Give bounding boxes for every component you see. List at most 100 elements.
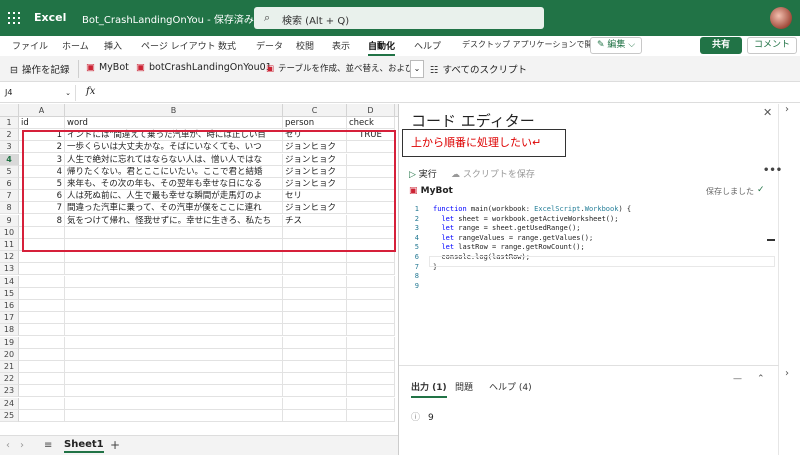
- empty-cell[interactable]: [283, 263, 347, 276]
- cell-word[interactable]: 気をつけて帰れ、怪我せずに。幸せに生きろ、私たち: [65, 214, 283, 227]
- row-header[interactable]: 6: [0, 178, 19, 190]
- code-line[interactable]: 4 let rangeValues = range.getValues();: [399, 233, 777, 243]
- empty-cell[interactable]: [283, 226, 347, 239]
- empty-cell[interactable]: [65, 275, 283, 288]
- script-button-mybot[interactable]: ▣ MyBot: [86, 62, 129, 73]
- empty-cell[interactable]: [65, 397, 283, 410]
- script-button-create-table[interactable]: ▣ テーブルを作成、並べ替え、および...: [266, 62, 422, 74]
- empty-cell[interactable]: [65, 239, 283, 251]
- row-header[interactable]: 1: [0, 117, 19, 129]
- empty-cell[interactable]: [19, 239, 65, 251]
- name-box[interactable]: J4 ⌄: [2, 85, 76, 101]
- empty-cell[interactable]: [65, 336, 283, 349]
- empty-cell[interactable]: [65, 324, 283, 337]
- empty-cell[interactable]: [347, 409, 395, 422]
- cell-id[interactable]: 2: [19, 141, 65, 154]
- app-launcher-icon[interactable]: [8, 12, 20, 24]
- empty-cell[interactable]: [283, 312, 347, 325]
- cell-person[interactable]: ジョンヒョク: [283, 202, 347, 215]
- empty-cell[interactable]: [65, 385, 283, 398]
- all-scripts-button[interactable]: ☷ すべてのスクリプト: [430, 62, 527, 76]
- row-header[interactable]: 15: [0, 287, 19, 300]
- cell-person[interactable]: チス: [283, 214, 347, 227]
- row-header[interactable]: 8: [0, 202, 19, 215]
- row-header[interactable]: 23: [0, 385, 19, 398]
- cell-word[interactable]: 人生で絶対に忘れてはならない人は、憎い人ではな: [65, 153, 283, 166]
- column-header-b[interactable]: B: [65, 104, 283, 117]
- empty-cell[interactable]: [347, 226, 395, 239]
- tab-output[interactable]: 出力 (1): [411, 380, 447, 398]
- empty-cell[interactable]: [283, 239, 347, 251]
- empty-cell[interactable]: [347, 251, 395, 264]
- empty-cell[interactable]: [65, 373, 283, 386]
- minimize-icon[interactable]: —: [733, 374, 742, 384]
- empty-cell[interactable]: [283, 336, 347, 349]
- empty-cell[interactable]: [19, 312, 65, 325]
- sheet-tab-sheet1[interactable]: Sheet1: [64, 439, 104, 453]
- empty-cell[interactable]: [19, 409, 65, 422]
- tab-problems[interactable]: 問題: [455, 380, 473, 393]
- row-header[interactable]: 14: [0, 275, 19, 288]
- header-cell-person[interactable]: person: [283, 117, 347, 129]
- cell-word[interactable]: 来年も、その次の年も、その翌年も幸せな日になる: [65, 178, 283, 190]
- code-line[interactable]: 3 let range = sheet.getUsedRange();: [399, 223, 777, 233]
- row-header[interactable]: 12: [0, 251, 19, 264]
- cell-id[interactable]: 7: [19, 202, 65, 215]
- empty-cell[interactable]: [347, 324, 395, 337]
- save-script-button[interactable]: ☁ スクリプトを保存: [451, 167, 535, 180]
- cell-check[interactable]: [347, 153, 395, 166]
- row-header[interactable]: 7: [0, 190, 19, 203]
- code-area[interactable]: 1 function main(workbook: ExcelScript.Wor…: [399, 204, 777, 374]
- empty-cell[interactable]: [65, 263, 283, 276]
- open-in-desktop-link[interactable]: デスクトップ アプリケーションで開く: [462, 39, 600, 50]
- empty-cell[interactable]: [347, 263, 395, 276]
- cell-word[interactable]: 間違った汽車に乗って、その汽車が僕をここに連れ: [65, 202, 283, 215]
- cell-person[interactable]: ジョンヒョク: [283, 178, 347, 190]
- tab-automate[interactable]: 自動化: [368, 39, 396, 56]
- edit-mode-button[interactable]: ✎ 編集 ⌵: [590, 37, 643, 54]
- cell-check[interactable]: [347, 190, 395, 203]
- app-name[interactable]: Excel: [34, 11, 66, 24]
- empty-cell[interactable]: [347, 336, 395, 349]
- code-line[interactable]: 2 let sheet = workbook.getActiveWorkshee…: [399, 214, 777, 224]
- chevron-up-icon[interactable]: ⌃: [757, 374, 765, 384]
- tab-page-layout[interactable]: ページ レイアウト: [141, 39, 216, 52]
- column-header-a[interactable]: A: [19, 104, 65, 117]
- empty-cell[interactable]: [19, 397, 65, 410]
- empty-cell[interactable]: [65, 409, 283, 422]
- row-header[interactable]: 19: [0, 336, 19, 349]
- script-button-botcrashlanding[interactable]: ▣ botCrashLandingOnYou01: [136, 62, 272, 73]
- cell-word[interactable]: インドには"間違えて乗った汽車が、時には正しい目: [65, 129, 283, 142]
- empty-cell[interactable]: [19, 324, 65, 337]
- empty-cell[interactable]: [19, 348, 65, 361]
- empty-cell[interactable]: [283, 324, 347, 337]
- empty-cell[interactable]: [19, 385, 65, 398]
- empty-cell[interactable]: [283, 251, 347, 264]
- empty-cell[interactable]: [347, 312, 395, 325]
- empty-cell[interactable]: [19, 251, 65, 264]
- cell-check[interactable]: [347, 141, 395, 154]
- cell-word[interactable]: 人は死ぬ前に、人生で最も幸せな瞬間が走馬灯のよ: [65, 190, 283, 203]
- row-header[interactable]: 2: [0, 129, 19, 142]
- empty-cell[interactable]: [347, 239, 395, 251]
- spreadsheet-grid[interactable]: A B C D 1 id word person check 2 1 インドには"間…: [0, 104, 398, 435]
- empty-cell[interactable]: [283, 385, 347, 398]
- column-header-c[interactable]: C: [283, 104, 347, 117]
- empty-cell[interactable]: [347, 348, 395, 361]
- row-header[interactable]: 21: [0, 361, 19, 373]
- code-line[interactable]: 9: [399, 281, 777, 291]
- tab-data[interactable]: データ: [256, 39, 283, 52]
- share-button[interactable]: 共有: [700, 37, 742, 54]
- row-header[interactable]: 4: [0, 153, 19, 166]
- empty-cell[interactable]: [65, 300, 283, 312]
- cell-word[interactable]: 一歩くらいは大丈夫かな。そばにいなくても、いつ: [65, 141, 283, 154]
- chevron-right-icon[interactable]: ›: [785, 104, 789, 115]
- header-cell-word[interactable]: word: [65, 117, 283, 129]
- header-cell-id[interactable]: id: [19, 117, 65, 129]
- empty-cell[interactable]: [283, 397, 347, 410]
- empty-cell[interactable]: [19, 287, 65, 300]
- row-header[interactable]: 3: [0, 141, 19, 154]
- empty-cell[interactable]: [65, 312, 283, 325]
- cell-id[interactable]: 1: [19, 129, 65, 142]
- empty-cell[interactable]: [19, 275, 65, 288]
